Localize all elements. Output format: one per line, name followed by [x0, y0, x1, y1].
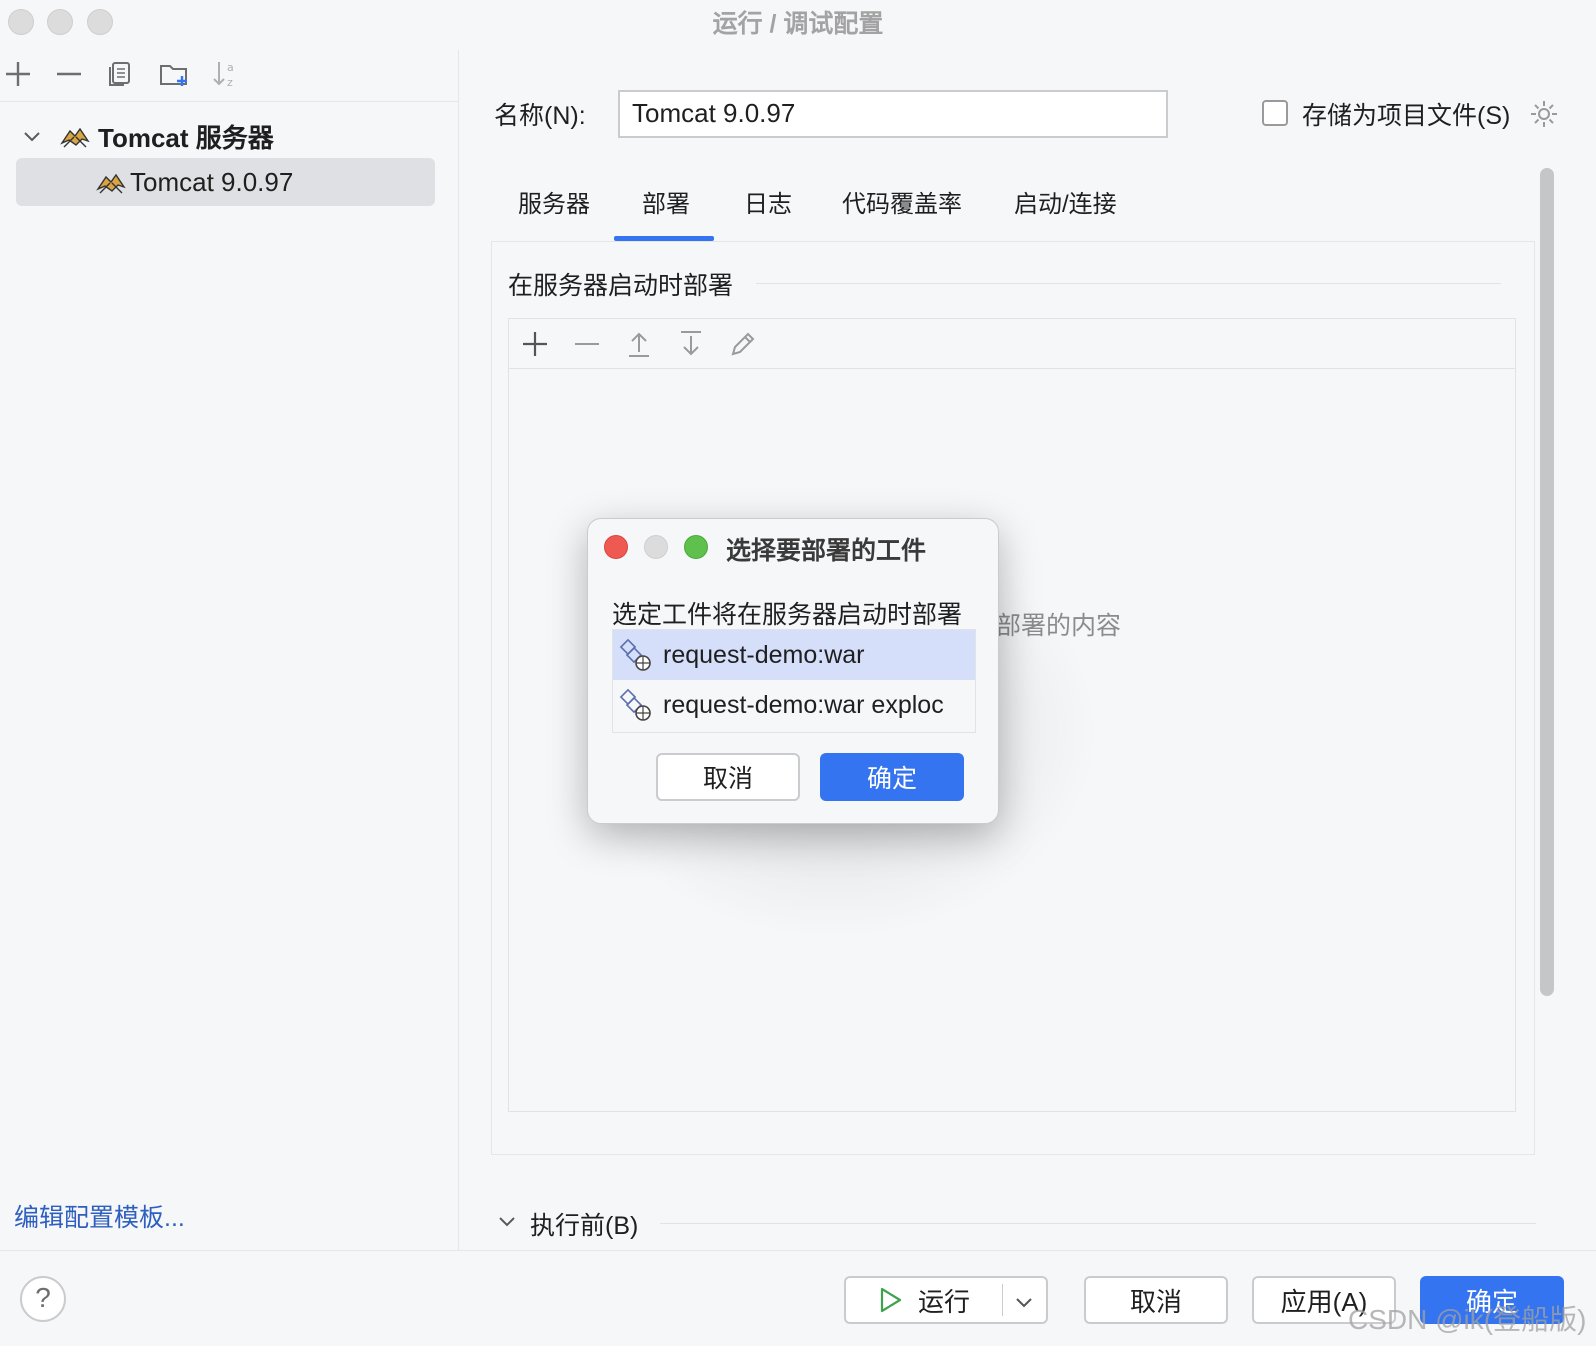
config-tree-toolbar: az: [0, 50, 459, 102]
section-divider: [756, 283, 1501, 284]
chevron-down-icon[interactable]: [496, 1210, 518, 1232]
artifact-icon: [619, 688, 651, 721]
tab-deployment[interactable]: 部署: [642, 184, 690, 219]
sort-icon[interactable]: az: [210, 58, 242, 90]
name-label: 名称(N):: [494, 102, 586, 130]
help-icon[interactable]: ?: [20, 1276, 66, 1322]
artifact-label: request-demo:war: [663, 640, 865, 669]
tab-startup-connection[interactable]: 启动/连接: [1014, 184, 1117, 219]
dialog-minimize-button[interactable]: [644, 535, 668, 559]
dialog-ok-button[interactable]: 确定: [820, 753, 964, 801]
dialog-cancel-button[interactable]: 取消: [656, 753, 800, 801]
store-as-project-checkbox[interactable]: [1262, 100, 1288, 126]
chevron-down-icon[interactable]: [20, 124, 44, 148]
tab-code-coverage[interactable]: 代码覆盖率: [842, 184, 962, 219]
plus-icon[interactable]: [519, 328, 551, 360]
dialog-title: 选择要部署的工件: [726, 537, 927, 565]
run-button-label: 运行: [918, 1286, 971, 1317]
select-artifact-dialog: 选择要部署的工件 选定工件将在服务器启动时部署 request-demo:war…: [587, 518, 999, 824]
before-launch-label[interactable]: 执行前(B): [530, 1206, 638, 1242]
cancel-button[interactable]: 取消: [1084, 1276, 1228, 1324]
scrollbar[interactable]: [1540, 168, 1554, 996]
artifact-row[interactable]: request-demo:war exploc: [613, 680, 975, 730]
svg-text:a: a: [227, 61, 234, 74]
move-up-icon[interactable]: [623, 328, 655, 360]
before-launch-divider: [660, 1223, 1536, 1224]
store-as-project-label: 存储为项目文件(S): [1302, 102, 1511, 130]
plus-icon[interactable]: [2, 58, 34, 90]
artifact-label: request-demo:war exploc: [663, 690, 944, 719]
minus-icon[interactable]: [53, 58, 85, 90]
play-icon: [880, 1287, 902, 1313]
artifact-list[interactable]: request-demo:war request-demo:war exploc: [612, 629, 976, 733]
run-button-divider: [1002, 1284, 1003, 1316]
copy-icon[interactable]: [104, 58, 136, 90]
tomcat-icon: [96, 173, 126, 194]
tree-item-tomcat-9[interactable]: Tomcat 9.0.97: [16, 158, 435, 206]
dialog-close-button[interactable]: [604, 535, 628, 559]
dialog-zoom-button[interactable]: [684, 535, 708, 559]
watermark: CSDN @ik(登船版): [1348, 1304, 1587, 1335]
dialog-message: 选定工件将在服务器启动时部署: [612, 601, 963, 629]
gear-icon[interactable]: [1528, 98, 1560, 130]
move-down-icon[interactable]: [675, 328, 707, 360]
tomcat-icon: [60, 127, 90, 148]
tree-item-label: Tomcat 9.0.97: [130, 166, 294, 197]
deploy-section-title: 在服务器启动时部署: [508, 272, 734, 300]
chevron-down-icon[interactable]: [1012, 1290, 1036, 1314]
tree-group-tomcat[interactable]: Tomcat 服务器: [20, 116, 274, 156]
minus-icon[interactable]: [571, 328, 603, 360]
run-debug-config-window: 运行 / 调试配置 az Tomcat 服务器 Tomcat 9.0.97 编辑…: [0, 0, 1596, 1346]
window-title: 运行 / 调试配置: [712, 10, 884, 38]
artifact-row[interactable]: request-demo:war: [613, 630, 975, 680]
tree-group-label: Tomcat 服务器: [98, 122, 274, 153]
tab-logs[interactable]: 日志: [744, 184, 792, 219]
tab-server[interactable]: 服务器: [518, 184, 590, 219]
deploy-list-toolbar: [509, 319, 1515, 369]
config-tree-pane: az: [0, 50, 459, 1250]
edit-templates-link[interactable]: 编辑配置模板...: [14, 1198, 185, 1234]
edit-icon[interactable]: [727, 328, 759, 360]
new-folder-icon[interactable]: [158, 58, 190, 90]
artifact-icon: [619, 638, 651, 671]
svg-text:z: z: [227, 76, 233, 89]
name-input[interactable]: Tomcat 9.0.97: [618, 90, 1168, 138]
